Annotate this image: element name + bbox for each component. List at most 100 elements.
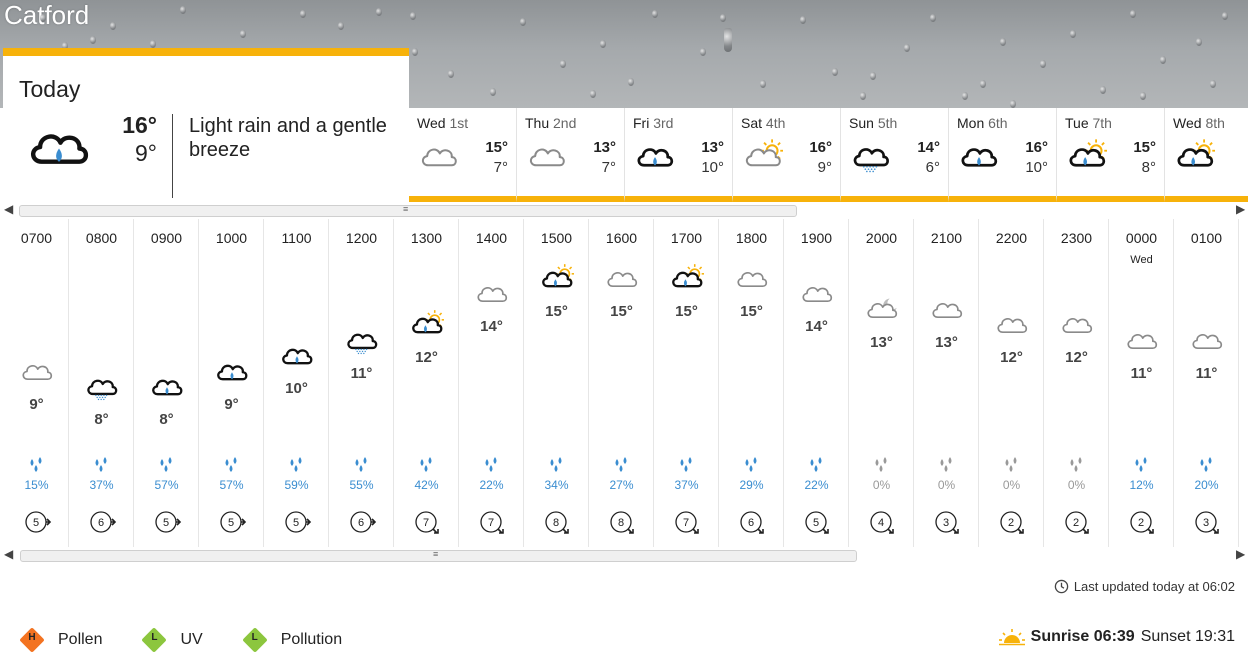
today-description: Light rain and a gentle breeze	[189, 115, 387, 161]
hour-column-1900[interactable]: 1900 14° 22% 5	[784, 219, 849, 547]
clock-icon	[1054, 579, 1069, 594]
wind-speed: 5	[163, 517, 169, 529]
wind-speed-badge: 5	[23, 508, 52, 536]
scroll-thumb[interactable]: ≡	[20, 549, 857, 562]
day-high-temp: 15°	[1133, 139, 1156, 156]
rain-chance: 59%	[284, 478, 309, 492]
hour-column-2000[interactable]: 2000 13° 0% 4	[849, 219, 914, 547]
drizzle-cloud-icon	[329, 325, 394, 356]
hour-column-1100[interactable]: 1100 10° 59% 5	[264, 219, 329, 547]
hour-temp: 14°	[805, 318, 828, 335]
day-high-temp: 15°	[485, 139, 508, 156]
hour-column-1300[interactable]: 1300 12° 42% 7	[394, 219, 459, 547]
day-low-temp: 9°	[817, 159, 832, 176]
daily-scrollbar[interactable]: ◀ ≡ ▶	[4, 202, 1248, 220]
wind-speed-badge: 3	[1193, 508, 1221, 536]
hour-column-1200[interactable]: 1200 11° 55% 6	[329, 219, 394, 547]
rain-drops-icon	[589, 457, 654, 473]
cloud-icon	[784, 278, 849, 306]
light-rain-cloud-icon	[635, 138, 675, 176]
rain-drops-icon	[459, 457, 524, 473]
hour-column-2300[interactable]: 2300 12° 0% 2	[1044, 219, 1109, 547]
day-tab-tue-7th[interactable]: Tue 7th 15° 8°	[1057, 108, 1165, 202]
rain-drops-icon	[4, 457, 69, 473]
rain-chance: 22%	[479, 478, 504, 492]
hour-column-1700[interactable]: 1700 15° 37% 7	[654, 219, 719, 547]
badge-pollution[interactable]: L Pollution	[243, 628, 342, 652]
wind-speed: 6	[358, 517, 364, 529]
wind-speed: 5	[813, 517, 819, 529]
day-low-temp: 7°	[601, 159, 616, 176]
wind-speed: 6	[748, 517, 754, 529]
hour-temp: 9°	[224, 395, 239, 413]
hour-column-1600[interactable]: 1600 15° 27% 8	[589, 219, 654, 547]
hour-column-0100[interactable]: 0100 11° 20% 3	[1174, 219, 1239, 547]
day-low-temp: 8°	[1141, 159, 1156, 176]
hour-column-2200[interactable]: 2200 12° 0% 2	[979, 219, 1044, 547]
badge-uv[interactable]: L UV	[142, 628, 202, 652]
scroll-left-icon[interactable]: ◀	[4, 547, 13, 561]
day-date: 1st	[449, 115, 469, 131]
today-card[interactable]: Today 16° 9° Light rain and a gentle bre…	[3, 48, 409, 202]
hour-time: 2100	[930, 230, 963, 246]
rain-chance: 57%	[154, 478, 179, 492]
wind-speed: 3	[943, 517, 949, 529]
hour-temp: 10°	[285, 380, 308, 397]
raindrop	[860, 92, 866, 100]
scroll-left-icon[interactable]: ◀	[4, 202, 13, 216]
hour-column-1400[interactable]: 1400 14° 22% 7	[459, 219, 524, 547]
scroll-thumb[interactable]: ≡	[19, 204, 797, 217]
raindrop	[980, 80, 986, 88]
wind-speed: 6	[98, 517, 104, 529]
rain-drops-icon	[134, 457, 199, 473]
rain-drops-icon	[394, 457, 459, 473]
raindrop	[560, 60, 566, 68]
wind-speed: 2	[1008, 517, 1014, 529]
day-low-temp: 10°	[1025, 159, 1048, 176]
hour-temp: 15°	[545, 302, 568, 320]
scroll-right-icon[interactable]: ▶	[1236, 202, 1245, 216]
rain-drops-icon	[199, 457, 264, 473]
rain-chance: 27%	[609, 478, 634, 492]
hour-time: 1200	[345, 230, 378, 246]
hour-column-1000[interactable]: 1000 9° 57% 5	[199, 219, 264, 547]
last-updated: Last updated today at 06:02	[1054, 579, 1235, 594]
light-rain-sun-icon	[1175, 138, 1216, 176]
day-tab-wed-8th[interactable]: Wed 8th 1	[1165, 108, 1248, 202]
badge-level: L	[151, 632, 158, 643]
day-tab-mon-6th[interactable]: Mon 6th 16° 10°	[949, 108, 1057, 202]
wind-speed-badge: 2	[1128, 508, 1156, 536]
hour-column-0900[interactable]: 0900 8° 57% 5	[134, 219, 199, 547]
hour-column-0800[interactable]: 0800 8° 37% 6	[69, 219, 134, 547]
wind-speed-badge: 5	[153, 508, 182, 536]
hourly-scrollbar[interactable]: ◀ ≡ ▶	[4, 547, 1248, 565]
hour-column-0700[interactable]: 0700 9° 15% 5	[4, 219, 69, 547]
hour-column-2100[interactable]: 2100 13° 0% 3	[914, 219, 979, 547]
day-tab-fri-3rd[interactable]: Fri 3rd 13° 10°	[625, 108, 733, 202]
wind-speed-badge: 2	[998, 508, 1026, 536]
hour-column-1800[interactable]: 1800 15° 29% 6	[719, 219, 784, 547]
raindrop	[724, 28, 732, 52]
hour-temp: 14°	[480, 318, 503, 335]
day-low-temp: 10°	[701, 159, 724, 176]
hour-column-0000[interactable]: 0000 Wed 11° 12% 2	[1109, 219, 1174, 547]
badge-label: Pollution	[280, 631, 343, 648]
rain-drops-icon	[719, 457, 784, 473]
wind-speed-badge: 6	[348, 508, 377, 536]
rain-drops-icon	[654, 457, 719, 473]
drizzle-cloud-icon	[69, 371, 134, 402]
scroll-right-icon[interactable]: ▶	[1236, 547, 1245, 561]
hour-column-1500[interactable]: 1500 15° 34% 8	[524, 219, 589, 547]
rain-drops-icon	[264, 457, 329, 473]
badge-label: Pollen	[58, 631, 103, 648]
day-tab-sun-5th[interactable]: Sun 5th 14° 6°	[841, 108, 949, 202]
day-tab-sat-4th[interactable]: Sat 4th 16° 9°	[733, 108, 841, 202]
badge-pollen[interactable]: H Pollen	[20, 628, 102, 652]
day-tab-wed-1st[interactable]: Wed 1st 15° 7°	[409, 108, 517, 202]
cloud-icon	[719, 263, 784, 291]
hour-time: 0000	[1125, 230, 1158, 246]
day-tab-thu-2nd[interactable]: Thu 2nd 13° 7°	[517, 108, 625, 202]
raindrop	[600, 40, 606, 48]
hour-temp: 11°	[1195, 364, 1218, 382]
day-high-temp: 16°	[809, 139, 832, 156]
